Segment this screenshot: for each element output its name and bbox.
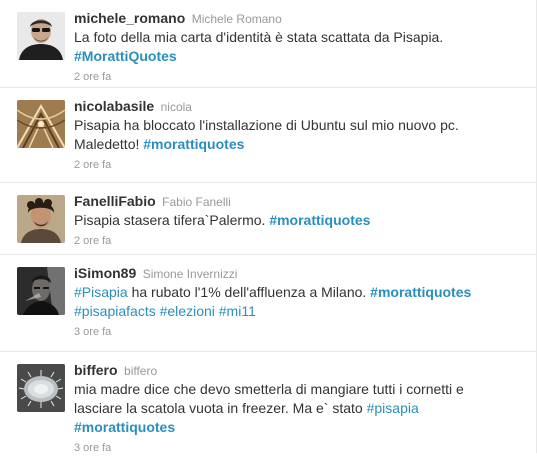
- tweet-header: nicolabasile nicola: [74, 97, 528, 116]
- avatar-microbe-icon: [17, 364, 65, 412]
- hashtag-link[interactable]: #Pisapia: [74, 284, 128, 300]
- timestamp[interactable]: 2 ore fa: [74, 70, 111, 84]
- tweet-text: Pisapia ha bloccato l'installazione di U…: [74, 116, 528, 154]
- tweet-text-segment: Pisapia ha bloccato l'installazione di U…: [74, 117, 459, 133]
- tweet-timeline: michele_romano Michele Romano La foto de…: [0, 0, 537, 454]
- avatar[interactable]: [17, 195, 65, 243]
- full-name: nicola: [160, 100, 192, 114]
- tweet-item: biffero biffero mia madre dice che devo …: [0, 352, 536, 454]
- hashtag-link[interactable]: #morattiquotes: [74, 419, 175, 435]
- tweet-item: iSimon89 Simone Invernizzi #Pisapia ha r…: [0, 255, 536, 352]
- timestamp[interactable]: 3 ore fa: [74, 325, 111, 339]
- avatar-gothic-ceiling-icon: [17, 100, 65, 148]
- hashtag-link[interactable]: #MorattiQuotes: [74, 48, 177, 64]
- hashtag-link[interactable]: #mi11: [219, 303, 256, 319]
- timestamp[interactable]: 2 ore fa: [74, 234, 111, 248]
- avatar-man-sunglasses-icon: [17, 12, 65, 60]
- tweet-text-segment: lasciare la scatola vuota in freezer. Ma…: [74, 400, 367, 416]
- tweet-item: nicolabasile nicola Pisapia ha bloccato …: [0, 88, 536, 183]
- screen-name[interactable]: michele_romano: [74, 10, 185, 26]
- tweet-header: iSimon89 Simone Invernizzi: [74, 264, 528, 283]
- screen-name[interactable]: FanelliFabio: [74, 193, 156, 209]
- tweet-text: Pisapia stasera tifera`Palermo. #moratti…: [74, 211, 528, 230]
- avatar[interactable]: [17, 12, 65, 60]
- hashtag-link[interactable]: #pisapiafacts: [74, 303, 156, 319]
- avatar[interactable]: [17, 364, 65, 412]
- hashtag-link[interactable]: #morattiquotes: [370, 284, 471, 300]
- screen-name[interactable]: iSimon89: [74, 265, 136, 281]
- tweet-text-segment: La foto della mia carta d'identità è sta…: [74, 29, 444, 45]
- screen-name[interactable]: nicolabasile: [74, 98, 154, 114]
- tweet-text-segment: Pisapia stasera tifera`Palermo.: [74, 212, 270, 228]
- tweet-text: La foto della mia carta d'identità è sta…: [74, 28, 528, 66]
- tweet-text-segment: ha rubato l'1% dell'affluenza a Milano.: [127, 284, 371, 300]
- full-name: Michele Romano: [191, 12, 282, 26]
- full-name: Fabio Fanelli: [162, 195, 231, 209]
- tweet-item: FanelliFabio Fabio Fanelli Pisapia stase…: [0, 183, 536, 255]
- hashtag-link[interactable]: #morattiquotes: [143, 136, 244, 152]
- tweet-text-segment: Maledetto!: [74, 136, 144, 152]
- avatar[interactable]: [17, 100, 65, 148]
- full-name: biffero: [124, 364, 158, 378]
- avatar-dark-portrait-icon: [17, 267, 65, 315]
- hashtag-link[interactable]: #elezioni: [160, 303, 215, 319]
- tweet-item: michele_romano Michele Romano La foto de…: [0, 0, 536, 88]
- tweet-text: #Pisapia ha rubato l'1% dell'affluenza a…: [74, 283, 528, 321]
- hashtag-link[interactable]: #pisapia: [367, 400, 419, 416]
- tweet-header: biffero biffero: [74, 361, 528, 380]
- hashtag-link[interactable]: #morattiquotes: [269, 212, 370, 228]
- tweet-header: FanelliFabio Fabio Fanelli: [74, 192, 528, 211]
- tweet-text: mia madre dice che devo smetterla di man…: [74, 380, 528, 437]
- tweet-text-segment: mia madre dice che devo smetterla di man…: [74, 381, 464, 397]
- screen-name[interactable]: biffero: [74, 362, 118, 378]
- timestamp[interactable]: 2 ore fa: [74, 158, 111, 172]
- full-name: Simone Invernizzi: [142, 267, 238, 281]
- tweet-header: michele_romano Michele Romano: [74, 9, 528, 28]
- avatar[interactable]: [17, 267, 65, 315]
- avatar-curly-hair-man-icon: [17, 195, 65, 243]
